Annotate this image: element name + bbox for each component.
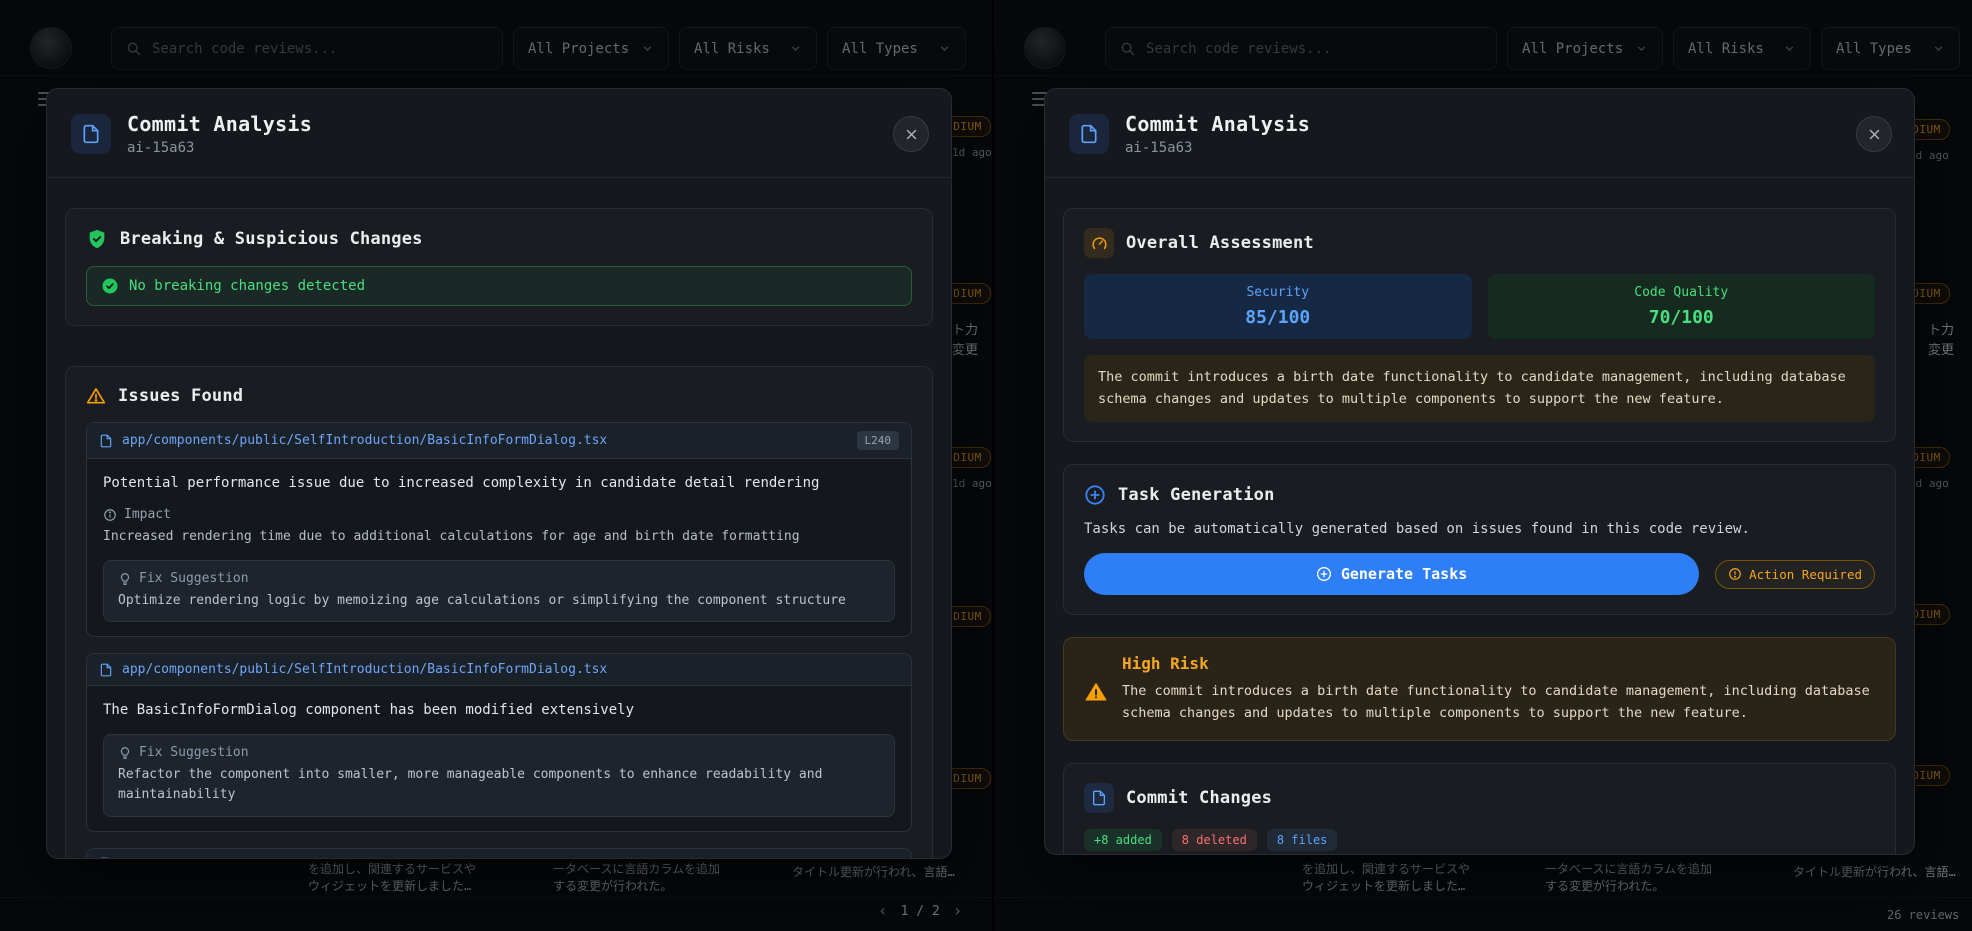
commit-analysis-modal: Commit Analysis ai-15a63 Overall Assessm… — [1044, 88, 1915, 855]
code-quality-score: 70/100 — [1498, 307, 1866, 328]
line-number-badge: L240 — [857, 431, 900, 450]
plus-circle-icon — [1316, 566, 1332, 582]
warning-triangle-icon — [1084, 680, 1108, 704]
generate-tasks-label: Generate Tasks — [1341, 565, 1467, 583]
task-description: Tasks can be automatically generated bas… — [1084, 521, 1875, 537]
issue-impact: Impact Increased rendering time due to a… — [103, 507, 895, 547]
file-icon — [99, 663, 113, 677]
file-icon — [99, 857, 113, 859]
fix-label: Fix Suggestion — [139, 571, 249, 586]
close-icon — [904, 127, 919, 142]
file-icon — [99, 434, 113, 448]
panel-right: All Projects All Risks All Types MEDIUM … — [994, 0, 1972, 931]
alert-circle-icon — [1728, 567, 1742, 581]
document-icon — [71, 114, 111, 154]
section-title: Task Generation — [1118, 485, 1275, 505]
high-risk-section: High Risk The commit introduces a birth … — [1063, 637, 1896, 741]
fix-label: Fix Suggestion — [139, 745, 249, 760]
no-breaking-changes-banner: No breaking changes detected — [86, 266, 912, 306]
fix-suggestion: Fix Suggestion Optimize rendering logic … — [103, 560, 895, 622]
task-generation-section: Task Generation Tasks can be automatical… — [1063, 464, 1896, 615]
risk-description: The commit introduces a birth date funct… — [1122, 681, 1875, 724]
section-title: Commit Changes — [1126, 788, 1272, 808]
added-lines-badge: +8 added — [1084, 829, 1162, 851]
code-quality-label: Code Quality — [1498, 285, 1866, 300]
issue-card: app/components/public/SelfIntroduction/B… — [86, 653, 912, 831]
modal-header: Commit Analysis ai-15a63 — [1045, 89, 1914, 178]
issue-file-header: app/components/public/SelfIntroduction/B… — [87, 849, 911, 859]
issue-card: app/components/public/SelfIntroduction/B… — [86, 848, 912, 859]
issue-card: app/components/public/SelfIntroduction/B… — [86, 422, 912, 637]
lightbulb-icon — [118, 572, 132, 586]
file-path: app/components/public/SelfIntroduction/B… — [122, 662, 899, 677]
banner-text: No breaking changes detected — [129, 278, 365, 294]
issue-file-header: app/components/public/SelfIntroduction/B… — [87, 654, 911, 686]
section-title: Overall Assessment — [1126, 233, 1314, 253]
section-title: Breaking & Suspicious Changes — [120, 229, 423, 249]
assessment-summary: The commit introduces a birth date funct… — [1084, 355, 1875, 422]
overall-assessment-section: Overall Assessment Security 85/100 Code … — [1063, 208, 1896, 442]
file-icon — [1084, 783, 1114, 813]
impact-text: Increased rendering time due to addition… — [103, 527, 895, 547]
generate-tasks-button[interactable]: Generate Tasks — [1084, 553, 1699, 595]
risk-level-title: High Risk — [1122, 654, 1875, 673]
security-label: Security — [1094, 285, 1462, 300]
deleted-lines-badge: 8 deleted — [1172, 829, 1257, 851]
code-quality-score-card: Code Quality 70/100 — [1488, 274, 1876, 339]
lightbulb-icon — [118, 746, 132, 760]
file-path: app/components/public/SelfIntroduction/B… — [122, 857, 899, 859]
action-required-label: Action Required — [1749, 567, 1862, 582]
close-button[interactable] — [1856, 116, 1892, 152]
issue-summary: The BasicInfoFormDialog component has be… — [103, 700, 895, 721]
breaking-changes-section: Breaking & Suspicious Changes No breakin… — [65, 208, 933, 326]
section-title: Issues Found — [118, 386, 243, 406]
modal-subtitle: ai-15a63 — [127, 140, 312, 156]
action-required-badge: Action Required — [1715, 560, 1875, 589]
check-circle-icon — [101, 277, 119, 295]
document-icon — [1069, 114, 1109, 154]
file-path: app/components/public/SelfIntroduction/B… — [122, 433, 848, 448]
files-changed-badge: 8 files — [1267, 829, 1338, 851]
security-score: 85/100 — [1094, 307, 1462, 328]
fix-text: Refactor the component into smaller, mor… — [118, 765, 880, 805]
security-score-card: Security 85/100 — [1084, 274, 1472, 339]
fix-suggestion: Fix Suggestion Refactor the component in… — [103, 734, 895, 816]
issues-found-section: Issues Found app/components/public/SelfI… — [65, 366, 933, 859]
plus-circle-icon — [1084, 484, 1106, 506]
commit-analysis-modal: Commit Analysis ai-15a63 Breaking & Susp… — [46, 88, 952, 859]
panel-left: All Projects All Risks All Types MEDIUM … — [0, 0, 992, 931]
commit-changes-section: Commit Changes +8 added 8 deleted 8 file… — [1063, 763, 1896, 855]
impact-label: Impact — [124, 507, 171, 522]
info-icon — [103, 508, 117, 522]
close-icon — [1867, 127, 1882, 142]
gauge-icon — [1084, 228, 1114, 258]
fix-text: Optimize rendering logic by memoizing ag… — [118, 591, 880, 611]
warning-triangle-icon — [86, 386, 106, 406]
close-button[interactable] — [893, 116, 929, 152]
modal-title: Commit Analysis — [1125, 112, 1310, 136]
issue-file-header: app/components/public/SelfIntroduction/B… — [87, 423, 911, 459]
issue-summary: Potential performance issue due to incre… — [103, 473, 895, 494]
modal-subtitle: ai-15a63 — [1125, 140, 1310, 156]
modal-title: Commit Analysis — [127, 112, 312, 136]
modal-header: Commit Analysis ai-15a63 — [47, 89, 951, 178]
shield-check-icon — [86, 228, 108, 250]
